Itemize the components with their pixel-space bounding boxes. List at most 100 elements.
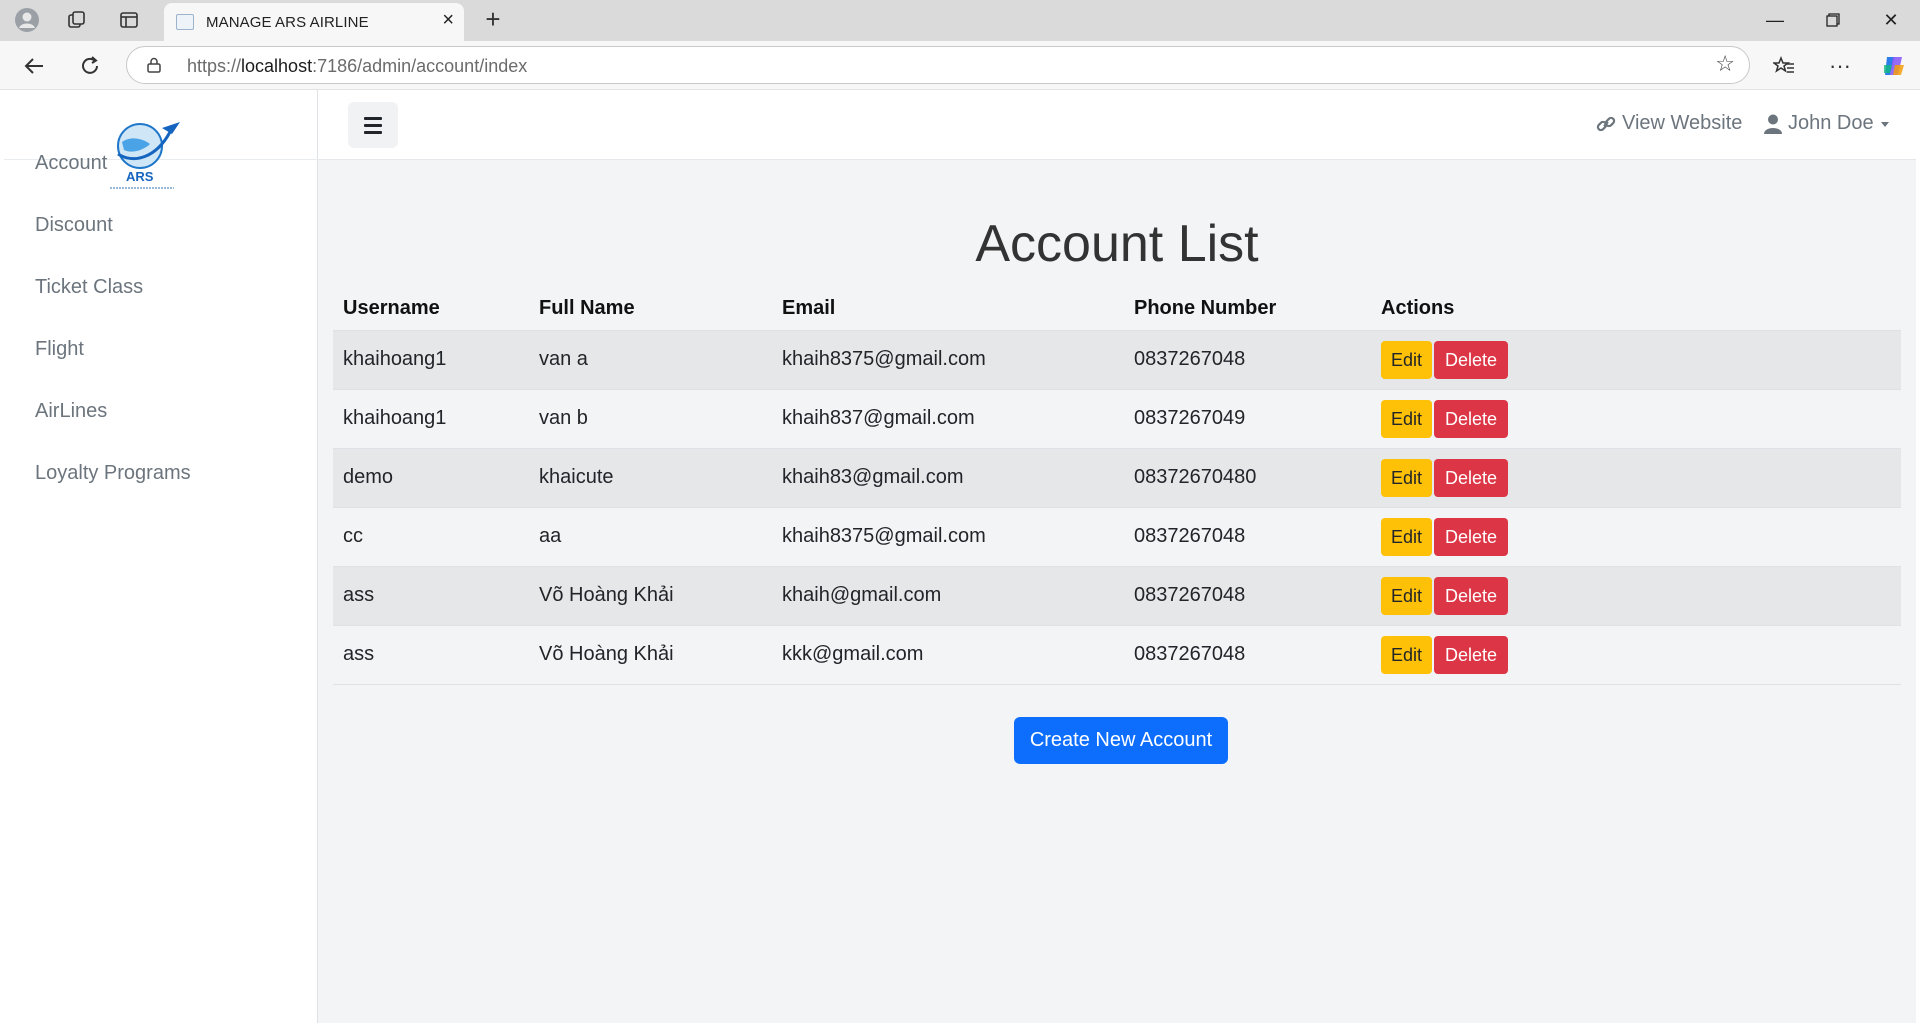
cell-email: khaih837@gmail.com xyxy=(772,389,1124,449)
user-icon xyxy=(1764,114,1782,134)
sidebar-toggle-button[interactable] xyxy=(348,102,398,148)
cell-username: ass xyxy=(333,566,529,626)
url-path: :7186/admin/account/index xyxy=(312,56,528,76)
table-row: khaihoang1 van a khaih8375@gmail.com 083… xyxy=(333,330,1901,390)
table-row: ass Võ Hoàng Khải khaih@gmail.com 083726… xyxy=(333,566,1901,626)
sidebar-item-account[interactable]: Account xyxy=(35,152,107,175)
table-header-row: Username Full Name Email Phone Number Ac… xyxy=(333,288,1901,331)
edit-button[interactable]: Edit xyxy=(1381,340,1433,379)
caret-down-icon xyxy=(1880,121,1889,127)
cell-actions: Edit Delete xyxy=(1371,330,1901,390)
favorites-icon[interactable] xyxy=(1766,48,1802,84)
top-bar: View Website John Doe xyxy=(318,90,1916,160)
delete-button[interactable]: Delete xyxy=(1434,458,1509,497)
cell-phone: 0837267048 xyxy=(1124,330,1371,390)
vertical-tabs-icon[interactable] xyxy=(112,4,146,36)
profile-icon[interactable] xyxy=(10,4,44,36)
copilot-icon[interactable] xyxy=(1876,48,1912,84)
user-menu-dropdown[interactable]: John Doe xyxy=(1764,112,1890,135)
cell-full-name: van b xyxy=(529,389,772,449)
delete-button[interactable]: Delete xyxy=(1434,576,1509,615)
cell-full-name: Võ Hoàng Khải xyxy=(529,566,772,626)
cell-actions: Edit Delete xyxy=(1371,448,1901,508)
logo-text: ARS xyxy=(126,169,154,184)
cell-phone: 0837267048 xyxy=(1124,625,1371,685)
delete-button[interactable]: Delete xyxy=(1434,635,1509,674)
cell-phone: 0837267048 xyxy=(1124,507,1371,567)
refresh-icon[interactable] xyxy=(72,48,108,84)
browser-tab-active[interactable]: MANAGE ARS AIRLINE × xyxy=(164,3,464,41)
cell-username: khaihoang1 xyxy=(333,330,529,390)
edit-button[interactable]: Edit xyxy=(1381,576,1433,615)
link-icon xyxy=(1596,116,1616,131)
hamburger-icon-bar xyxy=(364,131,382,134)
table-row: cc aa khaih8375@gmail.com 0837267048 Edi… xyxy=(333,507,1901,567)
cell-full-name: aa xyxy=(529,507,772,567)
hamburger-icon xyxy=(364,117,382,120)
close-tab-icon[interactable]: × xyxy=(442,9,454,32)
table-row: demo khaicute khaih83@gmail.com 08372670… xyxy=(333,448,1901,508)
cell-actions: Edit Delete xyxy=(1371,507,1901,567)
minimize-icon[interactable]: — xyxy=(1752,4,1798,36)
sidebar: ARS Account Discount Ticket Class Flight… xyxy=(4,90,318,1023)
account-table: Username Full Name Email Phone Number Ac… xyxy=(333,288,1901,685)
cell-username: khaihoang1 xyxy=(333,389,529,449)
user-name: John Doe xyxy=(1788,112,1874,134)
cell-full-name: khaicute xyxy=(529,448,772,508)
url-scheme: https:// xyxy=(187,56,242,76)
cell-phone: 08372670480 xyxy=(1124,448,1371,508)
edit-button[interactable]: Edit xyxy=(1381,399,1433,438)
column-header-email: Email xyxy=(772,288,1124,331)
sidebar-item-airlines[interactable]: AirLines xyxy=(35,400,107,423)
more-options-icon[interactable]: ··· xyxy=(1822,48,1858,84)
view-website-label: View Website xyxy=(1622,112,1743,134)
cell-email: kkk@gmail.com xyxy=(772,625,1124,685)
hamburger-icon-bar xyxy=(364,124,382,127)
restore-icon[interactable] xyxy=(1810,4,1856,36)
column-header-phone-number: Phone Number xyxy=(1124,288,1371,331)
favorite-star-icon[interactable]: ☆ xyxy=(1715,51,1735,77)
delete-button[interactable]: Delete xyxy=(1434,399,1509,438)
edit-button[interactable]: Edit xyxy=(1381,517,1433,556)
new-tab-button[interactable]: + xyxy=(476,3,510,37)
back-arrow-icon[interactable] xyxy=(16,48,52,84)
page-favicon-icon xyxy=(176,14,194,30)
cell-phone: 0837267048 xyxy=(1124,566,1371,626)
column-header-actions: Actions xyxy=(1371,288,1901,331)
close-window-icon[interactable]: ✕ xyxy=(1868,4,1914,36)
page-title: Account List xyxy=(975,215,1259,273)
cell-phone: 0837267049 xyxy=(1124,389,1371,449)
browser-navbar: https://localhost:7186/admin/account/ind… xyxy=(0,41,1920,90)
cell-full-name: Võ Hoàng Khải xyxy=(529,625,772,685)
sidebar-item-discount[interactable]: Discount xyxy=(35,214,113,237)
cell-actions: Edit Delete xyxy=(1371,566,1901,626)
table-row: ass Võ Hoàng Khải kkk@gmail.com 08372670… xyxy=(333,625,1901,685)
delete-button[interactable]: Delete xyxy=(1434,517,1509,556)
address-bar[interactable]: https://localhost:7186/admin/account/ind… xyxy=(126,46,1750,84)
cell-actions: Edit Delete xyxy=(1371,389,1901,449)
browser-tabstrip: MANAGE ARS AIRLINE × + — ✕ xyxy=(0,0,1920,41)
workspaces-icon[interactable] xyxy=(60,4,94,36)
main-content: View Website John Doe Account List Usern… xyxy=(318,90,1916,1023)
delete-button[interactable]: Delete xyxy=(1434,340,1509,379)
cell-username: cc xyxy=(333,507,529,567)
ars-logo[interactable]: ARS xyxy=(104,114,184,190)
cell-username: demo xyxy=(333,448,529,508)
url-host: localhost xyxy=(241,56,313,76)
sidebar-item-flight[interactable]: Flight xyxy=(35,338,84,361)
lock-icon[interactable] xyxy=(147,57,161,73)
cell-full-name: van a xyxy=(529,330,772,390)
sidebar-item-ticket-class[interactable]: Ticket Class xyxy=(35,276,143,299)
edit-button[interactable]: Edit xyxy=(1381,458,1433,497)
sidebar-item-loyalty-programs[interactable]: Loyalty Programs xyxy=(35,462,191,485)
cell-email: khaih83@gmail.com xyxy=(772,448,1124,508)
cell-email: khaih@gmail.com xyxy=(772,566,1124,626)
cell-username: ass xyxy=(333,625,529,685)
cell-actions: Edit Delete xyxy=(1371,625,1901,685)
cell-email: khaih8375@gmail.com xyxy=(772,507,1124,567)
create-new-account-button[interactable]: Create New Account xyxy=(1014,717,1228,764)
column-header-username: Username xyxy=(333,288,529,331)
view-website-link[interactable]: View Website xyxy=(1596,112,1742,135)
url-text: https://localhost:7186/admin/account/ind… xyxy=(187,56,527,77)
edit-button[interactable]: Edit xyxy=(1381,635,1433,674)
